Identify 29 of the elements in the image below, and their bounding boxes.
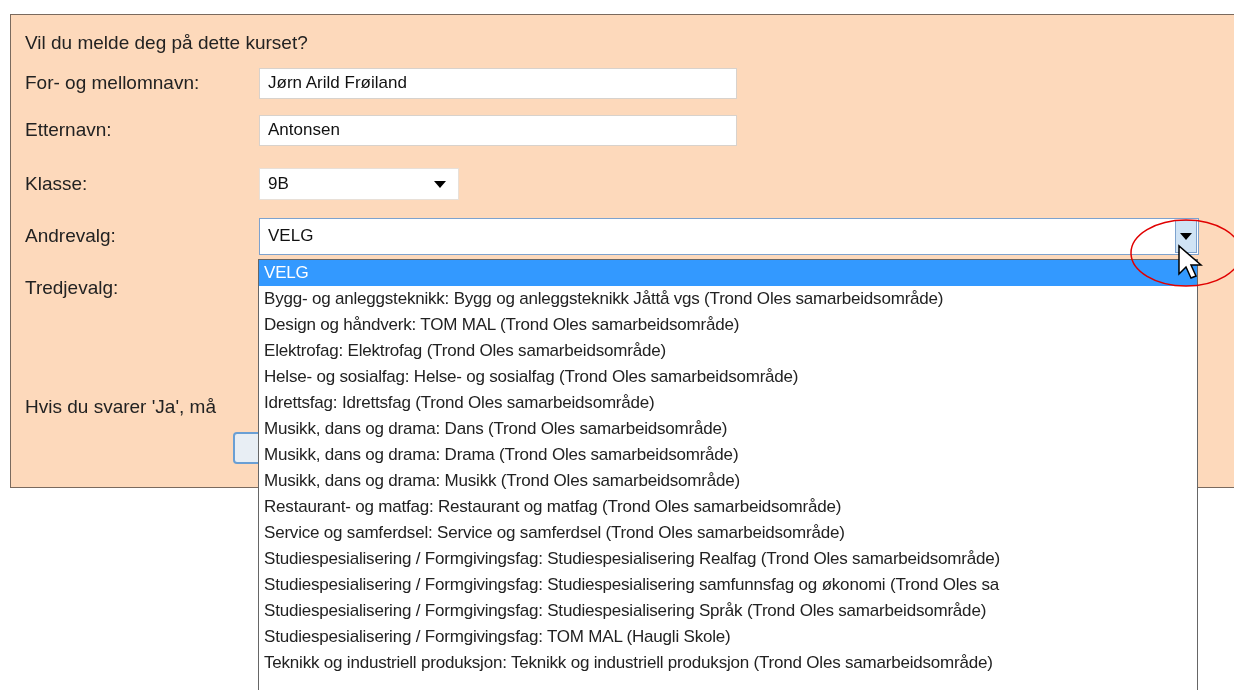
dropdown-option[interactable]: Musikk, dans og drama: Musikk (Trond Oles samarbeidsområde) (259, 468, 1197, 494)
dropdown-option[interactable]: Teknikk og industriell produksjon: Teknikk og industriell produksjon (Trond Oles samarbeidsområde) (259, 650, 1197, 676)
dropdown-option[interactable]: Studiespesialisering / Formgivingsfag: Studiespesialisering samfunnsfag og økonomi (Trond Oles sa (259, 572, 1197, 598)
dropdown-option[interactable]: Idrettsfag: Idrettsfag (Trond Oles samarbeidsområde) (259, 390, 1197, 416)
field-label: For- og mellomnavn: (25, 70, 201, 95)
dropdown-option[interactable]: Design og håndverk: TOM MAL (Trond Oles samarbeidsområde) (259, 312, 1197, 338)
info-text: Hvis du svarer 'Ja', må (25, 395, 216, 419)
dropdown-option[interactable]: Studiespesialisering / Formgivingsfag: Studiespesialisering Realfag (Trond Oles samarbeidsområde) (259, 546, 1197, 572)
select-field[interactable]: 9B (259, 168, 459, 200)
dropdown-option[interactable]: Helse- og sosialfag: Helse- og sosialfag (Trond Oles samarbeidsområde) (259, 364, 1197, 390)
dropdown-option[interactable]: Musikk, dans og drama: Dans (Trond Oles samarbeidsområde) (259, 416, 1197, 442)
caret-icon (434, 180, 446, 188)
dropdown-option[interactable]: Musikk, dans og drama: Drama (Trond Oles samarbeidsområde) (259, 442, 1197, 468)
text-field[interactable]: Antonsen (259, 114, 737, 146)
field-label: Klasse: (25, 171, 89, 196)
dropdown-option[interactable]: Restaurant- og matfag: Restaurant og matfag (Trond Oles samarbeidsområde) (259, 494, 1197, 520)
dropdown-option[interactable]: Bygg- og anleggsteknikk: Bygg og anleggsteknikk Jåttå vgs (Trond Oles samarbeidsområde) (259, 286, 1197, 312)
dropdown-option[interactable]: Studiespesialisering / Formgivingsfag: Studiespesialisering Språk (Trond Oles samarbeidsområde) (259, 598, 1197, 624)
field-label: Tredjevalg: (25, 275, 120, 300)
dropdown-button[interactable] (1175, 219, 1197, 253)
text-field[interactable]: Jørn Arild Frøiland (259, 67, 737, 99)
dropdown-option[interactable]: Studiespesialisering / Formgivingsfag: TOM MAL (Haugli Skole) (259, 624, 1197, 650)
form-question: Vil du melde deg på dette kurset? (25, 31, 309, 55)
field-label: Etternavn: (25, 117, 113, 142)
caret-icon (1180, 232, 1192, 240)
dropdown-option[interactable]: Elektrofag: Elektrofag (Trond Oles samarbeidsområde) (259, 338, 1197, 364)
field-label: Andrevalg: (25, 223, 117, 248)
dropdown-option[interactable]: Service og samferdsel: Service og samferdsel (Trond Oles samarbeidsområde) (259, 520, 1197, 546)
select-field[interactable]: VELG (259, 217, 1199, 255)
